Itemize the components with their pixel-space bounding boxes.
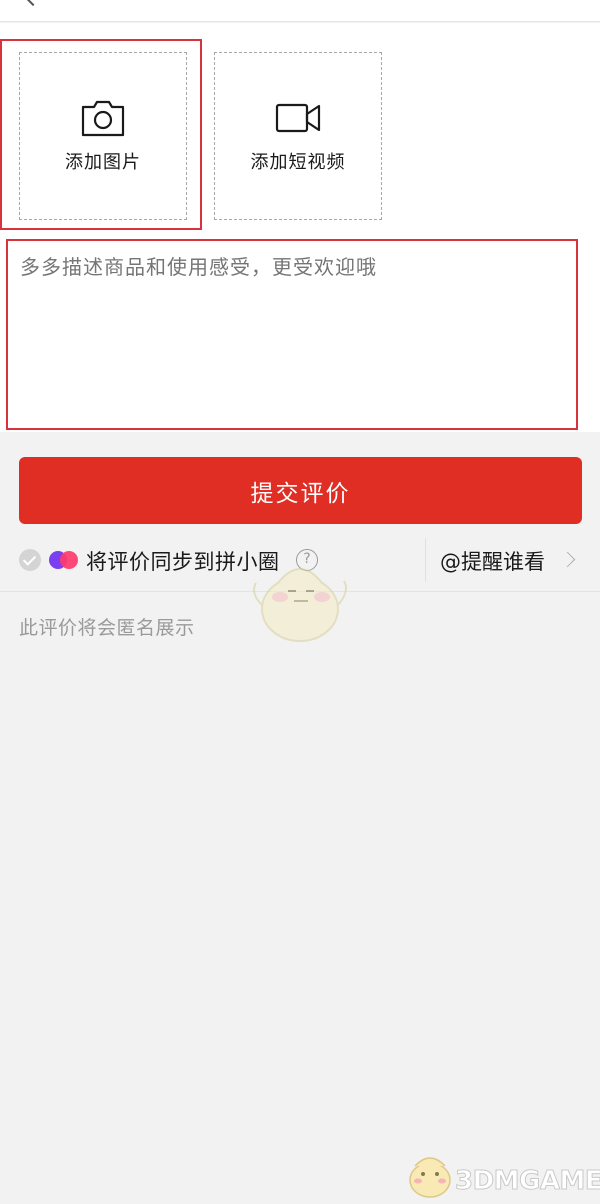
mention-who-button[interactable]: @提醒谁看 bbox=[440, 546, 545, 576]
media-upload-section: 添加图片 添加短视频 bbox=[0, 23, 600, 237]
review-text-input[interactable] bbox=[6, 239, 578, 430]
add-photo-button[interactable]: 添加图片 bbox=[19, 52, 187, 220]
add-video-button[interactable]: 添加短视频 bbox=[214, 52, 382, 220]
watermark-mascot-icon bbox=[409, 1157, 451, 1198]
review-section bbox=[0, 237, 600, 432]
video-camera-icon bbox=[275, 103, 321, 133]
camera-icon bbox=[81, 100, 125, 137]
mascot-watermark-icon bbox=[253, 568, 347, 642]
chevron-right-icon[interactable] bbox=[559, 551, 576, 568]
anonymous-note: 此评价将会匿名展示 bbox=[19, 617, 195, 639]
top-bar bbox=[0, 0, 600, 22]
add-photo-label: 添加图片 bbox=[65, 152, 141, 173]
check-circle-icon[interactable] bbox=[19, 549, 41, 571]
submit-review-button[interactable]: 提交评价 bbox=[19, 457, 582, 524]
watermark-text: 3DMGAME bbox=[454, 1166, 600, 1197]
pin-circle-logo-icon bbox=[49, 551, 78, 569]
row-divider bbox=[425, 538, 426, 582]
back-arrow-icon[interactable] bbox=[25, 0, 41, 7]
add-video-label: 添加短视频 bbox=[250, 152, 346, 173]
